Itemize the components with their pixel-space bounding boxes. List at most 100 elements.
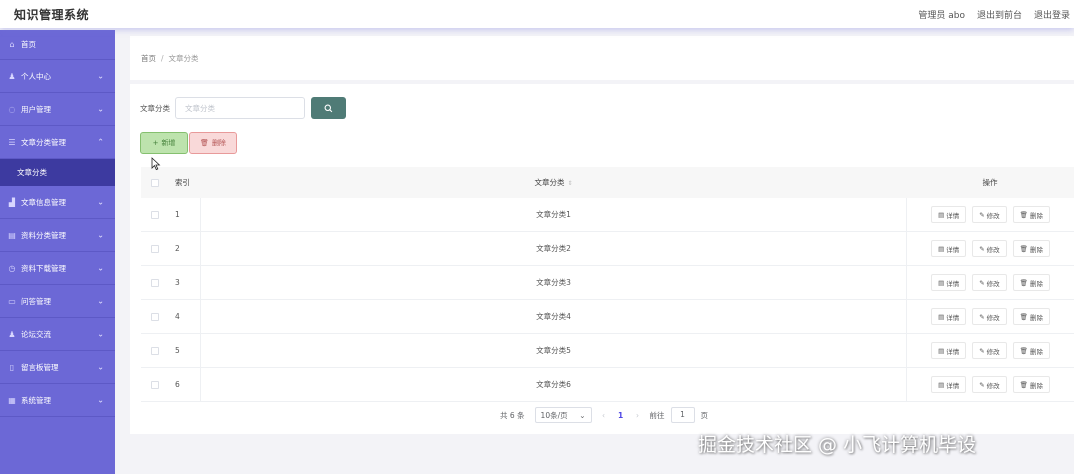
- header-name-cell[interactable]: 文章分类 ⇕: [201, 177, 906, 188]
- search-button[interactable]: [311, 97, 346, 119]
- detail-button[interactable]: ▤ 详情: [931, 274, 967, 291]
- table-row: 3 文章分类3 ▤ 详情 ✎ 修改 🗑 删除: [141, 266, 1074, 300]
- clock-icon: ◷: [8, 263, 16, 273]
- edit-button[interactable]: ✎ 修改: [972, 342, 1007, 359]
- chevron-down-icon: ⌄: [97, 104, 104, 114]
- logout-link[interactable]: 退出登录: [1034, 8, 1070, 21]
- delete-button[interactable]: 🗑 删除: [1012, 376, 1050, 393]
- sidebar-item-users[interactable]: ◌ 用户管理 ⌄: [0, 93, 115, 126]
- trash-icon: 🗑: [1019, 312, 1028, 321]
- edit-button[interactable]: ✎ 修改: [972, 206, 1007, 223]
- sidebar-item-material-download-mgmt[interactable]: ◷ 资料下载管理 ⌄: [0, 252, 115, 285]
- delete-label: 删除: [1029, 279, 1043, 288]
- edit-icon: ✎: [979, 380, 985, 389]
- delete-button[interactable]: 🗑 删除: [1012, 240, 1050, 257]
- trash-icon: 🗑: [1019, 210, 1028, 219]
- folder-icon: ▤: [8, 230, 16, 240]
- sidebar-item-system[interactable]: ▦ 系统管理 ⌄: [0, 384, 115, 417]
- header-index: 索引: [175, 178, 190, 187]
- table-row: 6 文章分类6 ▤ 详情 ✎ 修改 🗑 删除: [141, 368, 1074, 402]
- row-index: 4: [168, 300, 201, 333]
- page-size-value: 10条/页: [540, 410, 568, 420]
- row-checkbox[interactable]: [150, 312, 159, 321]
- row-checkbox[interactable]: [150, 380, 159, 389]
- sidebar-item-label: 个人中心: [21, 71, 51, 81]
- sidebar-item-label: 资料分类管理: [21, 230, 66, 240]
- shield-icon: ◌: [8, 104, 16, 114]
- row-checkbox[interactable]: [150, 244, 159, 253]
- row-checkbox[interactable]: [150, 210, 159, 219]
- detail-button[interactable]: ▤ 详情: [931, 376, 967, 393]
- trash-icon: 🗑: [1019, 380, 1028, 389]
- sidebar-item-message-board[interactable]: ▯ 留言板管理 ⌄: [0, 351, 115, 384]
- next-page-icon[interactable]: ›: [632, 411, 644, 420]
- edit-icon: ✎: [979, 346, 985, 355]
- article-category-table: 索引 文章分类 ⇕ 操作 1 文章分类1 ▤ 详情 ✎ 修改 🗑 删除 2 文章分类2 …: [141, 167, 1074, 402]
- sidebar-item-home[interactable]: ⌂ 首页: [0, 30, 115, 60]
- breadcrumb-current: 文章分类: [168, 53, 199, 63]
- page-size-select[interactable]: 10条/页 ⌄: [534, 407, 592, 423]
- admin-user-label[interactable]: 管理员 abo: [918, 8, 965, 21]
- edit-button[interactable]: ✎ 修改: [972, 376, 1007, 393]
- edit-button[interactable]: ✎ 修改: [972, 308, 1007, 325]
- pagination-total: 共 6 条: [500, 410, 525, 420]
- delete-button[interactable]: 🗑 删除: [1012, 308, 1050, 325]
- top-right-links: 管理员 abo 退出到前台 退出登录: [918, 8, 1070, 21]
- sidebar-item-article-category-mgmt[interactable]: ☰ 文章分类管理 ⌃: [0, 126, 115, 159]
- row-index: 3: [168, 266, 201, 299]
- add-button[interactable]: + 新增: [140, 132, 188, 154]
- mouse-cursor-icon: [151, 157, 161, 171]
- sidebar-item-article-info-mgmt[interactable]: ▟ 文章信息管理 ⌄: [0, 186, 115, 219]
- sidebar-item-profile[interactable]: ♟ 个人中心 ⌄: [0, 60, 115, 93]
- sidebar-item-label: 留言板管理: [21, 362, 59, 372]
- detail-button[interactable]: ▤ 详情: [931, 308, 967, 325]
- sidebar-item-label: 文章分类管理: [21, 137, 66, 147]
- sidebar-subitem-article-category[interactable]: 文章分类: [0, 159, 115, 186]
- delete-label: 删除: [1029, 347, 1043, 356]
- edit-button[interactable]: ✎ 修改: [972, 274, 1007, 291]
- chevron-up-icon: ⌃: [97, 137, 104, 147]
- goto-label: 前往: [649, 410, 665, 420]
- row-checkbox[interactable]: [150, 278, 159, 287]
- edit-icon: ✎: [979, 210, 985, 219]
- detail-button[interactable]: ▤ 详情: [931, 342, 967, 359]
- row-name: 文章分类5: [536, 346, 571, 355]
- select-all-checkbox[interactable]: [150, 178, 159, 187]
- chevron-down-icon: ⌄: [97, 230, 104, 240]
- detail-button[interactable]: ▤ 详情: [931, 206, 967, 223]
- delete-label: 删除: [1029, 211, 1043, 220]
- row-name: 文章分类1: [536, 210, 571, 219]
- search-input[interactable]: [175, 97, 305, 119]
- sort-icon[interactable]: ⇕: [567, 180, 572, 187]
- note-icon: ▯: [9, 362, 15, 372]
- breadcrumb-separator: /: [161, 53, 164, 63]
- goto-page-input[interactable]: 1: [670, 407, 695, 423]
- home-icon: ⌂: [9, 40, 15, 49]
- batch-delete-button[interactable]: 🗑 删除: [189, 132, 237, 154]
- sidebar-item-qa-mgmt[interactable]: ▭ 问答管理 ⌄: [0, 285, 115, 318]
- user-icon: ♟: [8, 71, 16, 81]
- breadcrumb: 首页 / 文章分类: [130, 36, 1074, 80]
- detail-button[interactable]: ▤ 详情: [931, 240, 967, 257]
- prev-page-icon[interactable]: ‹: [598, 411, 610, 420]
- delete-button[interactable]: 🗑 删除: [1012, 206, 1050, 223]
- row-checkbox[interactable]: [150, 346, 159, 355]
- detail-label: 详情: [946, 381, 960, 390]
- breadcrumb-home[interactable]: 首页: [141, 53, 156, 64]
- chevron-down-icon: ⌄: [97, 362, 104, 372]
- detail-label: 详情: [946, 245, 960, 254]
- delete-button[interactable]: 🗑 删除: [1012, 274, 1050, 291]
- delete-button[interactable]: 🗑 删除: [1012, 342, 1050, 359]
- table-row: 4 文章分类4 ▤ 详情 ✎ 修改 🗑 删除: [141, 300, 1074, 334]
- detail-label: 详情: [946, 313, 960, 322]
- sidebar-item-material-category-mgmt[interactable]: ▤ 资料分类管理 ⌄: [0, 219, 115, 252]
- exit-to-front-link[interactable]: 退出到前台: [977, 8, 1022, 21]
- edit-button[interactable]: ✎ 修改: [972, 240, 1007, 257]
- search-label: 文章分类: [140, 103, 170, 113]
- detail-label: 详情: [946, 279, 960, 288]
- sidebar-item-forum[interactable]: ♟ 论坛交流 ⌄: [0, 318, 115, 351]
- pagination: 共 6 条 10条/页 ⌄ ‹ 1 › 前往 1 页: [500, 407, 708, 423]
- chevron-down-icon: ⌄: [97, 329, 104, 339]
- delete-label: 删除: [1029, 381, 1043, 390]
- page-number[interactable]: 1: [616, 411, 626, 420]
